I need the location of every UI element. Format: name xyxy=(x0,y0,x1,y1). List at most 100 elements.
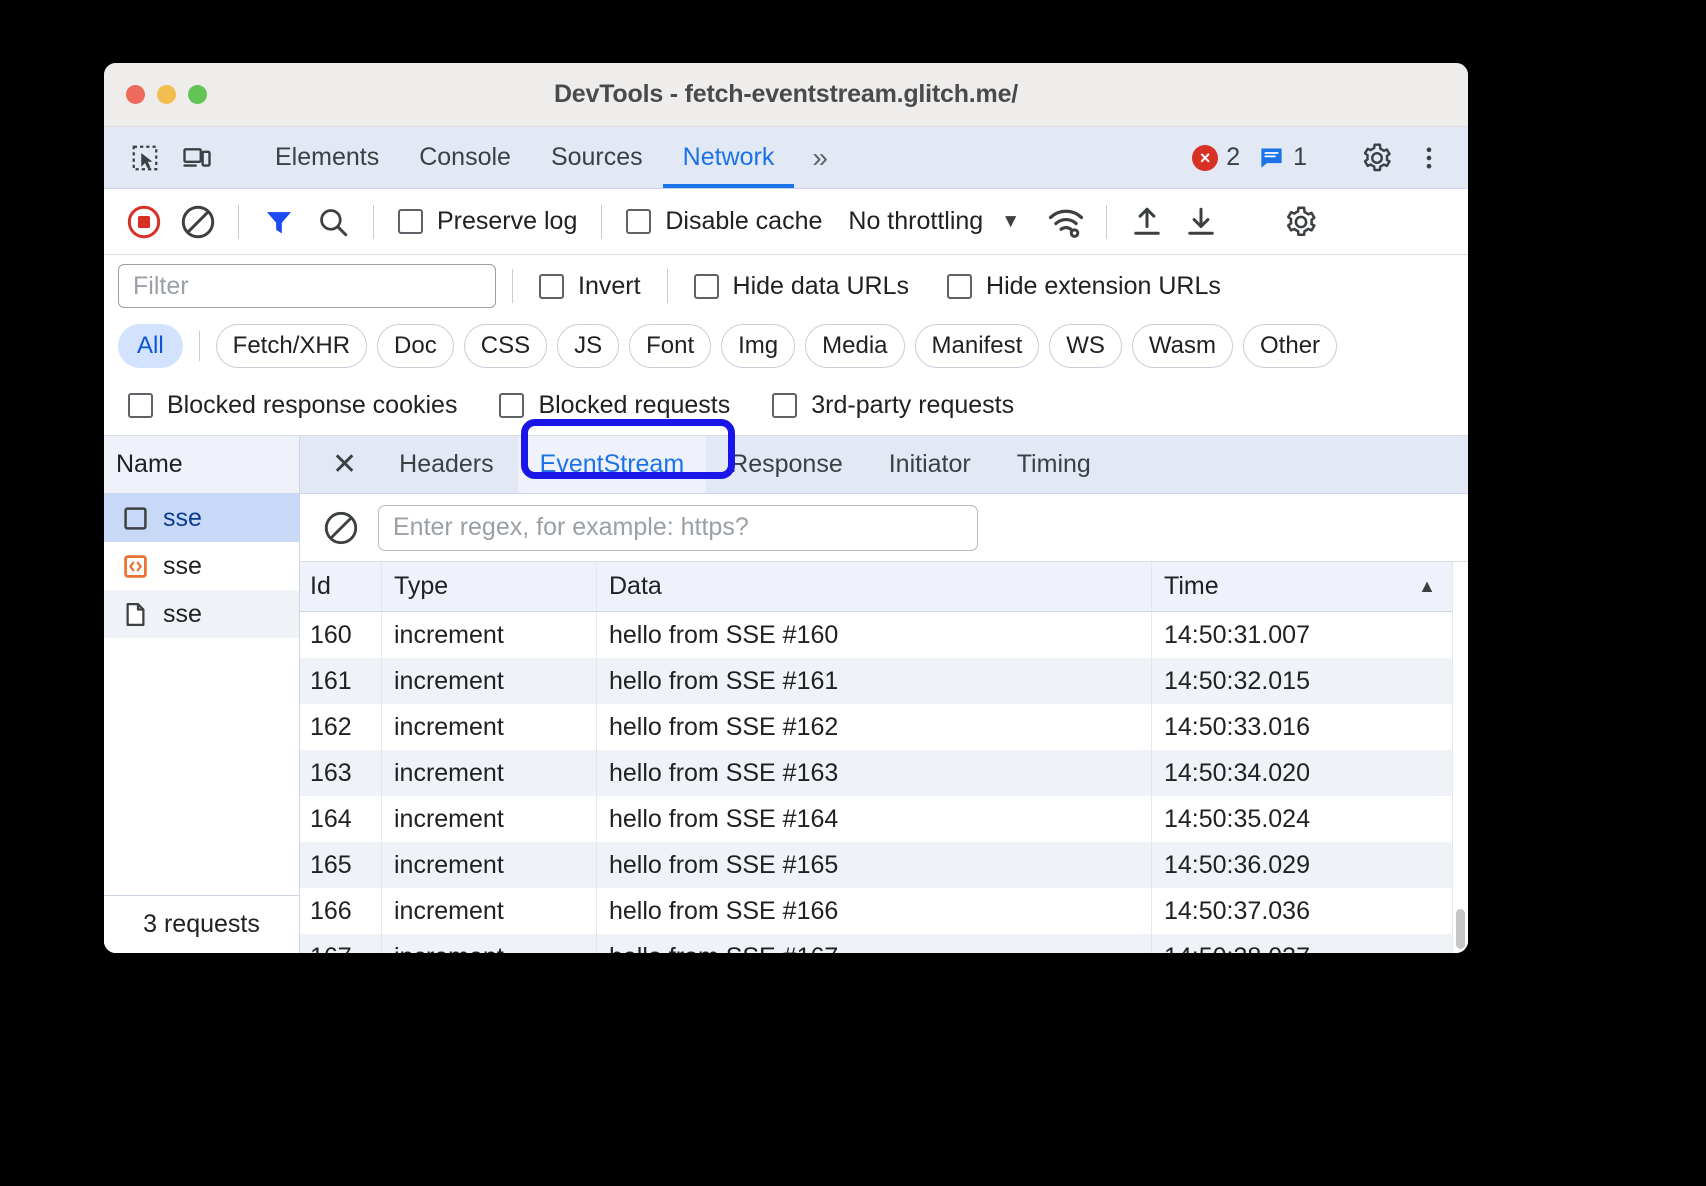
blocked-requests-checkbox[interactable]: Blocked requests xyxy=(489,391,740,420)
filter-funnel-icon[interactable] xyxy=(253,196,305,248)
error-icon: × xyxy=(1192,145,1218,171)
message-count-group[interactable]: 1 xyxy=(1252,143,1313,172)
table-row[interactable]: 160 increment hello from SSE #160 14:50:… xyxy=(300,612,1452,658)
invert-checkbox-box[interactable] xyxy=(539,274,564,299)
kebab-menu-icon[interactable] xyxy=(1406,135,1452,181)
toolbar-divider-1 xyxy=(238,205,239,239)
tab-headers[interactable]: Headers xyxy=(377,436,516,493)
table-row[interactable]: 167 increment hello from SSE #167 14:50:… xyxy=(300,934,1452,953)
tab-console-label: Console xyxy=(419,143,511,172)
tab-elements[interactable]: Elements xyxy=(255,127,399,188)
preserve-log-checkbox[interactable]: Preserve log xyxy=(388,207,587,236)
requests-list: sse sse xyxy=(104,494,299,895)
column-header-type-label: Type xyxy=(394,572,448,601)
preserve-log-checkbox-box[interactable] xyxy=(398,209,423,234)
tab-network[interactable]: Network xyxy=(663,127,795,188)
document-icon xyxy=(122,601,149,628)
import-har-icon[interactable] xyxy=(1121,196,1173,248)
table-row[interactable]: 161 increment hello from SSE #161 14:50:… xyxy=(300,658,1452,704)
hide-extension-urls-checkbox-box[interactable] xyxy=(947,274,972,299)
chip-img[interactable]: Img xyxy=(721,324,795,368)
column-header-type[interactable]: Type xyxy=(382,562,597,611)
requests-name-column-header[interactable]: Name xyxy=(104,436,299,494)
table-row[interactable]: 166 increment hello from SSE #166 14:50:… xyxy=(300,888,1452,934)
gear-icon[interactable] xyxy=(1354,135,1400,181)
hide-extension-urls-checkbox[interactable]: Hide extension URLs xyxy=(937,272,1231,301)
blocked-response-cookies-label: Blocked response cookies xyxy=(167,391,457,420)
tab-console[interactable]: Console xyxy=(399,127,531,188)
chip-font[interactable]: Font xyxy=(629,324,711,368)
network-body: Name sse xyxy=(104,435,1468,953)
network-settings-gear-icon[interactable] xyxy=(1275,196,1327,248)
chip-doc[interactable]: Doc xyxy=(377,324,454,368)
column-header-time[interactable]: Time ▲ xyxy=(1152,562,1452,611)
chevron-down-icon: ▼ xyxy=(1001,211,1020,233)
cell-type: increment xyxy=(382,888,597,934)
more-tabs-label: » xyxy=(812,142,828,174)
error-count-group[interactable]: × 2 xyxy=(1186,143,1246,172)
disable-cache-checkbox-box[interactable] xyxy=(626,209,651,234)
chip-wasm[interactable]: Wasm xyxy=(1132,324,1233,368)
column-header-id[interactable]: Id xyxy=(300,562,382,611)
eventstream-scrollbar[interactable] xyxy=(1452,562,1468,953)
export-har-icon[interactable] xyxy=(1175,196,1227,248)
table-row[interactable]: 164 increment hello from SSE #164 14:50:… xyxy=(300,796,1452,842)
third-party-requests-checkbox-box[interactable] xyxy=(772,393,797,418)
code-brackets-icon xyxy=(122,553,149,580)
chip-js[interactable]: JS xyxy=(557,324,619,368)
scrollbar-thumb[interactable] xyxy=(1456,909,1465,949)
list-item-label: sse xyxy=(163,552,202,581)
throttling-value: No throttling xyxy=(848,207,983,236)
table-row[interactable]: 163 increment hello from SSE #163 14:50:… xyxy=(300,750,1452,796)
more-tabs-chevron-icon[interactable]: » xyxy=(794,127,846,188)
toolbar-divider-2 xyxy=(373,205,374,239)
cell-id: 161 xyxy=(300,658,382,704)
filter-input[interactable]: Filter xyxy=(118,264,496,308)
network-conditions-icon[interactable] xyxy=(1040,196,1092,248)
search-icon[interactable] xyxy=(307,196,359,248)
clear-icon[interactable] xyxy=(172,196,224,248)
eventstream-table-wrap: Id Type Data Time ▲ 160 increment hello … xyxy=(300,562,1468,953)
clear-events-icon[interactable] xyxy=(322,509,360,547)
cell-data: hello from SSE #167 xyxy=(597,934,1152,953)
hide-data-urls-checkbox-box[interactable] xyxy=(694,274,719,299)
chip-other[interactable]: Other xyxy=(1243,324,1337,368)
regex-filter-input[interactable]: Enter regex, for example: https? xyxy=(378,505,978,551)
hide-data-urls-checkbox[interactable]: Hide data URLs xyxy=(684,272,919,301)
tab-timing[interactable]: Timing xyxy=(995,436,1113,493)
throttling-dropdown[interactable]: No throttling ▼ xyxy=(834,207,1020,236)
tab-sources[interactable]: Sources xyxy=(531,127,663,188)
chip-all[interactable]: All xyxy=(118,324,183,368)
blocked-requests-checkbox-box[interactable] xyxy=(499,393,524,418)
chip-ws[interactable]: WS xyxy=(1049,324,1122,368)
chip-media[interactable]: Media xyxy=(805,324,904,368)
column-header-data[interactable]: Data xyxy=(597,562,1152,611)
chip-manifest[interactable]: Manifest xyxy=(915,324,1040,368)
tab-initiator[interactable]: Initiator xyxy=(867,436,993,493)
blocked-response-cookies-checkbox[interactable]: Blocked response cookies xyxy=(118,391,467,420)
chip-wasm-label: Wasm xyxy=(1149,332,1216,360)
chip-media-label: Media xyxy=(822,332,887,360)
cell-time: 14:50:33.016 xyxy=(1152,704,1452,750)
inspect-element-icon[interactable] xyxy=(122,135,168,181)
disable-cache-checkbox[interactable]: Disable cache xyxy=(616,207,832,236)
device-toolbar-icon[interactable] xyxy=(174,135,220,181)
list-item[interactable]: sse xyxy=(104,590,299,638)
tab-eventstream[interactable]: EventStream xyxy=(518,436,707,493)
hide-extension-urls-label: Hide extension URLs xyxy=(986,272,1221,301)
list-item[interactable]: sse xyxy=(104,494,299,542)
sort-ascending-icon: ▲ xyxy=(1418,576,1436,597)
close-icon[interactable]: ✕ xyxy=(310,436,375,493)
tab-response[interactable]: Response xyxy=(708,436,865,493)
invert-checkbox[interactable]: Invert xyxy=(529,272,651,301)
cell-type: increment xyxy=(382,658,597,704)
blocked-response-cookies-checkbox-box[interactable] xyxy=(128,393,153,418)
table-row[interactable]: 165 increment hello from SSE #165 14:50:… xyxy=(300,842,1452,888)
table-row[interactable]: 162 increment hello from SSE #162 14:50:… xyxy=(300,704,1452,750)
chip-fetch-xhr[interactable]: Fetch/XHR xyxy=(216,324,367,368)
list-item[interactable]: sse xyxy=(104,542,299,590)
cell-type: increment xyxy=(382,934,597,953)
record-stop-icon[interactable] xyxy=(118,196,170,248)
third-party-requests-checkbox[interactable]: 3rd-party requests xyxy=(762,391,1024,420)
chip-css[interactable]: CSS xyxy=(464,324,547,368)
